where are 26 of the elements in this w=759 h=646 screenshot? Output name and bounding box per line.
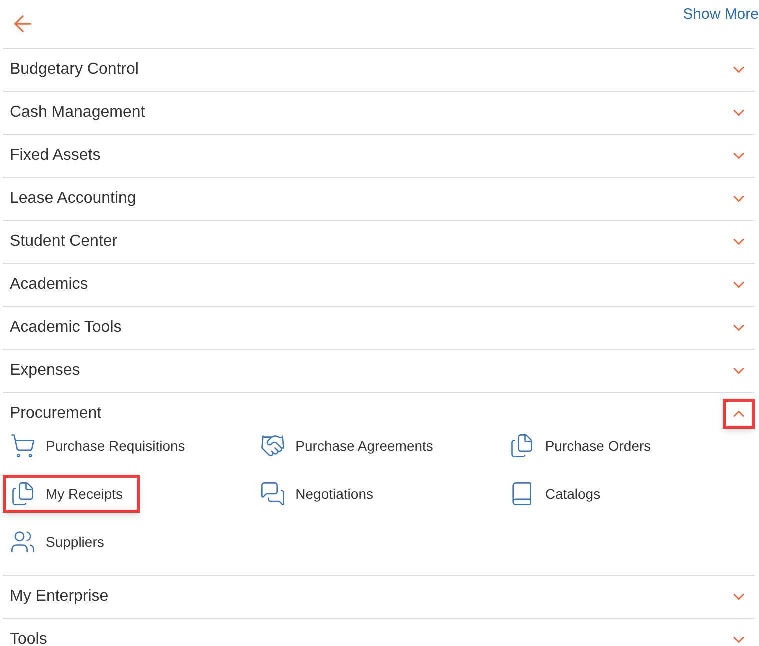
section-title: Procurement	[10, 404, 102, 424]
chat-icon	[260, 481, 286, 507]
section-title: Academics	[10, 275, 88, 295]
menu-item[interactable]: My Receipts	[3, 475, 140, 513]
cart-icon	[10, 433, 36, 459]
section-title: Lease Accounting	[10, 189, 136, 209]
section-title: Budgetary Control	[10, 60, 139, 80]
people-icon	[10, 529, 36, 555]
menu-item[interactable]: Purchase Orders	[505, 427, 666, 465]
section-title: Cash Management	[10, 103, 146, 123]
section-title: Fixed Assets	[10, 146, 101, 166]
show-more-link[interactable]: Show More	[683, 4, 759, 27]
menu-item[interactable]: Suppliers	[6, 523, 118, 561]
menu-item[interactable]: Purchase Requisitions	[6, 427, 200, 465]
section-title: My Enterprise	[10, 587, 109, 607]
documents-icon	[509, 433, 536, 459]
section-title: Academic Tools	[10, 318, 122, 338]
section-title: Expenses	[10, 361, 80, 381]
section-title: Student Center	[10, 232, 118, 252]
menu-item[interactable]: Negotiations	[256, 475, 388, 513]
handshake-icon	[260, 433, 286, 459]
section-title: Tools	[10, 630, 48, 646]
menu-item[interactable]: Purchase Agreements	[256, 427, 448, 465]
toggle-button[interactable]	[723, 399, 755, 429]
menu-item[interactable]: Catalogs	[505, 475, 615, 513]
documents-icon	[10, 481, 36, 507]
